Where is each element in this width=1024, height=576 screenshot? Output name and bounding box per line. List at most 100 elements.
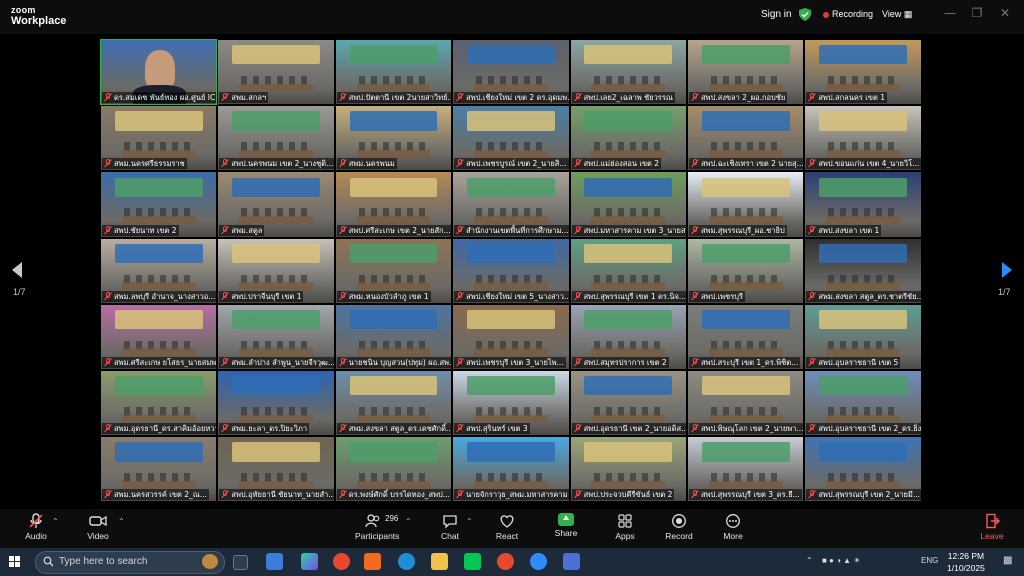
participant-video-tile[interactable]: สพม.สกลฯ	[218, 40, 334, 105]
shield-icon[interactable]	[799, 8, 811, 21]
taskbar-clock[interactable]: 12:26 PM 1/10/2025	[947, 550, 985, 574]
participant-name: สพป.สงขลา เขต 1	[818, 225, 880, 235]
participant-video-tile[interactable]: สพป.พิษณุโลก เขต 2_นายพา...	[687, 370, 804, 436]
meeting-table	[591, 83, 666, 92]
participant-video-tile[interactable]: สพป.สงขลา เขต 1	[805, 172, 921, 237]
close-icon[interactable]: ✕	[998, 6, 1012, 20]
participant-video-tile[interactable]: สพป.สุพรรณบุรี เขต 1 ดร.นิจ...	[570, 238, 686, 303]
participant-video-tile[interactable]: สพม.ลำปาง ลำพูน_นายจีรวุฒ...	[218, 304, 334, 369]
muted-mic-icon	[573, 357, 582, 367]
task-view-icon[interactable]	[233, 555, 248, 570]
meeting-table	[356, 348, 431, 357]
participant-video-tile[interactable]: สพป.สระบุรี เขต 1_ดร.พิชิต...	[687, 304, 804, 369]
participant-video-tile[interactable]: สพป.ปราจีนบุรี เขต 1	[218, 238, 334, 303]
chat-button[interactable]: Chat	[438, 513, 462, 541]
tray-overflow-icon[interactable]: ⌃	[806, 556, 813, 565]
leave-button[interactable]: Leave	[978, 513, 1006, 541]
participant-video-tile[interactable]: สพม.สุพรรณบุรี_ผอ.ชาธิป	[687, 172, 804, 237]
participant-video-tile[interactable]: สพม.สงขลา สตูล_ดร.เดชศักดิ์...	[335, 370, 452, 436]
participant-video-tile[interactable]: สพป.สุรินทร์ เขต 3	[453, 370, 569, 436]
participant-video-tile[interactable]: สพป.เชียงใหม่ เขต 2 ดร.อุดมพร จิ...	[453, 40, 569, 105]
participant-video-tile[interactable]: สพม.ศรีสะเกษ ยโสธร_นายสมพ...	[101, 304, 217, 369]
participants-caret-icon[interactable]: ⌃	[405, 517, 412, 526]
office-app-icon[interactable]	[364, 553, 381, 570]
participant-video-tile[interactable]: ดร.พงษ์ศักดิ์ บรรไดทอง_สพป...	[335, 437, 452, 502]
participant-video-tile[interactable]: ดร.สมเดช พันธ์ทอง ผอ.ศูนย์ ICT...	[99, 38, 218, 106]
next-page-arrow-icon[interactable]	[1002, 262, 1012, 278]
more-button[interactable]: More	[720, 513, 746, 541]
participant-video-tile[interactable]: สำนักงานเขตพื้นที่การศึกษาม...	[453, 172, 569, 237]
participant-video-tile[interactable]: สพป.อุดรธานี เขต 2_นายอดิส...	[570, 370, 686, 436]
copilot-app-icon[interactable]	[301, 553, 318, 570]
participant-video-tile[interactable]: สพป.แม่ฮ่องสอน เขต 2	[570, 106, 686, 171]
language-indicator[interactable]: ENG	[921, 556, 938, 565]
participant-video-tile[interactable]: สพม.สงขลา สตูล_ดร.ชาตรีชัย...	[805, 238, 921, 303]
participant-video-tile[interactable]: สพป.สงขลา 2_ผอ.กอบชัย	[687, 40, 804, 105]
line-app-icon[interactable]	[464, 553, 481, 570]
chat-caret-icon[interactable]: ⌃	[466, 517, 473, 526]
record-button[interactable]: Record	[664, 513, 694, 541]
participant-video-tile[interactable]: สพป.เลย2_เฉลาพ ชัยวรรณ	[570, 40, 686, 105]
participant-name-label: สพป.เชียงใหม่ เขต 5_นางสาว...	[454, 290, 569, 302]
edge-app-icon[interactable]	[398, 553, 415, 570]
muted-mic-icon	[104, 225, 112, 234]
recording-indicator[interactable]: Recording	[823, 9, 873, 19]
participant-name-label: สพม.หนองบัวลำภู เขต 1	[336, 290, 431, 302]
react-button[interactable]: React	[494, 513, 520, 541]
participant-video-tile[interactable]: สพป.สุพรรณบุรี เขต 2_นายมี...	[805, 437, 921, 502]
participant-video-tile[interactable]: สพม.สตูล	[218, 172, 334, 237]
participant-video-tile[interactable]: สพป.อุบลราชธานี เขต 2_ดร.ยิ่ง...	[805, 370, 921, 436]
participant-video-tile[interactable]: สพป.ศรีสะเกษ เขต 2_นายสัก...	[335, 172, 452, 237]
participant-video-tile[interactable]: สพม.หนองบัวลำภู เขต 1	[335, 238, 452, 303]
participant-video-tile[interactable]: สพป.ประจวบคีรีขันธ์ เขต 2	[570, 437, 686, 502]
restore-icon[interactable]: ❐	[970, 6, 984, 20]
chrome-profile-app-icon[interactable]	[497, 553, 514, 570]
participant-video-tile[interactable]: สพป.สุพรรณบุรี เขต 3_ดร.ธี...	[687, 437, 804, 502]
audio-button[interactable]: Audio	[22, 513, 50, 541]
participant-video-tile[interactable]: สพป.มหาสารคาม เขต 3_นายส...	[570, 172, 686, 237]
view-button[interactable]: View ▦	[882, 9, 912, 20]
participant-video-tile[interactable]: สพป.อุบลราชธานี เขต 5	[805, 304, 921, 369]
share-button[interactable]: Share	[552, 513, 580, 538]
participant-video-tile[interactable]: สพป.เชียงใหม่ เขต 5_นางสาว...	[453, 238, 569, 303]
notification-icon[interactable]: ▩	[1003, 555, 1012, 566]
participant-video-tile[interactable]: สพป.ปัตตานี เขต 2นายสาวิทย์...	[335, 40, 452, 105]
chrome-app-icon[interactable]	[333, 553, 350, 570]
participant-video-tile[interactable]: สพป.อุทัยธานี ชัยนาท_นายสำ...	[218, 437, 334, 502]
taskbar-search-box[interactable]: Type here to search	[35, 551, 225, 574]
participant-video-tile[interactable]: สพป.ฉะเชิงเทรา เขต 2 นายสุ...	[687, 106, 804, 171]
tray-apps-icon[interactable]: ■ ● ◑ ▲ ☀	[822, 556, 860, 565]
participant-video-tile[interactable]: สพม.นครศรีธรรมราช	[101, 106, 217, 171]
file-explorer-app-icon[interactable]	[266, 553, 283, 570]
participant-video-tile[interactable]: นายชนิน บุญสวน(ปทุม) ผอ.สพม...	[335, 304, 452, 369]
participants-button[interactable]: 296 Participants	[355, 513, 399, 541]
zoom-app-icon[interactable]	[530, 553, 547, 570]
participant-video-tile[interactable]: สพป.เพชรบูรณ์ เขต 2_นายสิ...	[453, 106, 569, 171]
video-button[interactable]: Video	[84, 513, 112, 541]
participant-name: สพม.สงขลา สตูล_ดร.เดชศักดิ์...	[348, 424, 452, 434]
muted-mic-icon	[808, 225, 817, 234]
participant-video-tile[interactable]: สพม.ลพบุรี อำนาจ_นางสาวอ...	[101, 238, 217, 303]
windows-start-icon[interactable]	[9, 556, 21, 568]
sign-in-link[interactable]: Sign in	[761, 9, 792, 20]
participant-video-tile[interactable]: สพป.สมุทรปราการ เขต 2	[570, 304, 686, 369]
participant-video-tile[interactable]: สพป.ขอนแก่น เขต 4_นายวิโ...	[805, 106, 921, 171]
participant-video-tile[interactable]: สพป.ชัยนาท เขต 2	[101, 172, 217, 237]
participant-name: สพป.นครพนม เขต 2_นางชุติ...	[231, 159, 334, 169]
pinned-app-icon[interactable]	[563, 553, 580, 570]
participant-video-tile[interactable]: สพม.อุดรธานี_ดร.สาคิมอ้อยหวาน	[101, 370, 217, 436]
participant-video-tile[interactable]: สพป.เพชรบุรี	[687, 238, 804, 303]
participant-video-tile[interactable]: สพม.นครพนม	[335, 106, 452, 171]
participant-video-tile[interactable]: สพป.นครพนม เขต 2_นางชุติ...	[218, 106, 334, 171]
apps-button[interactable]: Apps	[612, 513, 638, 541]
participant-video-tile[interactable]: สพป.สกลนคร เขต 1	[805, 40, 921, 105]
video-options-caret-icon[interactable]: ⌃	[118, 517, 125, 526]
participant-video-tile[interactable]: นายจักราวุธ_สพม.มหาสารคาม	[453, 437, 569, 502]
participant-video-tile[interactable]: สพป.เพชรบุรี เขต 3_นายไพ...	[453, 304, 569, 369]
participant-video-tile[interactable]: สพม.ยะลา_ดร.ปิยะวิภา	[218, 370, 334, 436]
audio-options-caret-icon[interactable]: ⌃	[52, 517, 59, 526]
participant-video-tile[interactable]: สพม.นครสวรรค์ เขต 2_ณ...	[101, 437, 217, 502]
minimize-icon[interactable]: —	[943, 6, 957, 20]
folder-app-icon[interactable]	[431, 553, 448, 570]
previous-page-arrow-icon[interactable]	[12, 262, 22, 278]
